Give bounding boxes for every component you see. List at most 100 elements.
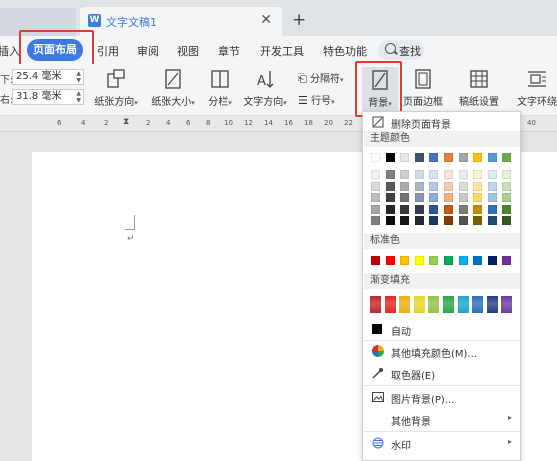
- gradient-fill-swatch[interactable]: [428, 296, 440, 313]
- new-tab-button[interactable]: +: [292, 10, 306, 30]
- gradient-fill-swatch[interactable]: [457, 296, 469, 313]
- standard-color-swatch[interactable]: [414, 256, 424, 265]
- line-numbers-button[interactable]: ☰ 行号▾: [298, 92, 335, 107]
- theme-shade-swatch[interactable]: [487, 170, 497, 179]
- theme-color-swatch[interactable]: [473, 153, 483, 162]
- theme-shade-swatch[interactable]: [400, 170, 410, 179]
- document-tab[interactable]: W 文字文稿1 ✕: [80, 7, 282, 36]
- theme-shade-swatch[interactable]: [502, 204, 512, 214]
- theme-shade-swatch[interactable]: [473, 181, 483, 191]
- menu-developer[interactable]: 开发工具: [260, 43, 304, 59]
- standard-color-swatch[interactable]: [444, 256, 453, 265]
- theme-shade-swatch[interactable]: [400, 181, 410, 191]
- theme-shade-swatch[interactable]: [444, 181, 453, 191]
- theme-shade-swatch[interactable]: [371, 216, 380, 225]
- theme-shade-swatch[interactable]: [473, 216, 483, 225]
- theme-shade-swatch[interactable]: [502, 181, 512, 191]
- standard-color-swatch[interactable]: [473, 256, 483, 265]
- gradient-fill-swatch[interactable]: [486, 296, 498, 313]
- standard-color-swatch[interactable]: [502, 256, 512, 265]
- gradient-fill-swatch[interactable]: [501, 296, 513, 313]
- margin-bottom-input[interactable]: 25.4 毫米 ▲ ▼: [12, 69, 84, 85]
- standard-color-swatch[interactable]: [385, 256, 395, 265]
- theme-shade-swatch[interactable]: [458, 204, 468, 214]
- theme-color-swatch[interactable]: [429, 153, 439, 162]
- theme-shade-swatch[interactable]: [458, 170, 468, 179]
- paper-size-button[interactable]: 纸张大小▾: [148, 68, 198, 108]
- menu-references[interactable]: 引用: [97, 43, 119, 59]
- more-fill-colors-item[interactable]: 其他填充颜色(M)...: [363, 341, 520, 361]
- gradient-fill-swatch[interactable]: [413, 296, 425, 313]
- eyedropper-item[interactable]: 取色器(E): [363, 363, 520, 383]
- theme-color-swatch[interactable]: [371, 153, 380, 162]
- theme-shade-swatch[interactable]: [400, 193, 410, 202]
- standard-color-swatch[interactable]: [429, 256, 439, 265]
- close-tab-icon[interactable]: ✕: [260, 12, 272, 28]
- indent-marker-icon[interactable]: ⧗: [123, 117, 129, 127]
- theme-color-swatch[interactable]: [487, 153, 497, 162]
- theme-color-swatch[interactable]: [444, 153, 453, 162]
- theme-shade-swatch[interactable]: [502, 170, 512, 179]
- theme-shade-swatch[interactable]: [429, 193, 439, 202]
- theme-color-swatch[interactable]: [414, 153, 424, 162]
- stepper-icon[interactable]: ▲ ▼: [76, 90, 81, 104]
- theme-shade-swatch[interactable]: [487, 204, 497, 214]
- theme-shade-swatch[interactable]: [473, 204, 483, 214]
- theme-shade-swatch[interactable]: [458, 193, 468, 202]
- theme-shade-swatch[interactable]: [385, 216, 395, 225]
- theme-shade-swatch[interactable]: [414, 216, 424, 225]
- theme-color-swatch[interactable]: [458, 153, 468, 162]
- theme-shade-swatch[interactable]: [444, 170, 453, 179]
- theme-shade-swatch[interactable]: [371, 204, 380, 214]
- paper-orientation-button[interactable]: 纸张方向▾: [93, 68, 139, 108]
- theme-shade-swatch[interactable]: [371, 193, 380, 202]
- theme-shade-swatch[interactable]: [444, 204, 453, 214]
- picture-background-item[interactable]: 图片背景(P)...: [363, 387, 520, 407]
- standard-color-swatch[interactable]: [487, 256, 497, 265]
- theme-shade-swatch[interactable]: [414, 181, 424, 191]
- theme-shade-swatch[interactable]: [414, 193, 424, 202]
- theme-shade-swatch[interactable]: [385, 170, 395, 179]
- theme-shade-swatch[interactable]: [487, 193, 497, 202]
- theme-shade-swatch[interactable]: [444, 216, 453, 225]
- theme-shade-swatch[interactable]: [473, 170, 483, 179]
- theme-shade-swatch[interactable]: [429, 204, 439, 214]
- gradient-fill-swatch[interactable]: [370, 296, 381, 313]
- theme-shade-swatch[interactable]: [385, 181, 395, 191]
- menu-features[interactable]: 特色功能: [323, 43, 367, 59]
- theme-shade-swatch[interactable]: [429, 170, 439, 179]
- theme-shade-swatch[interactable]: [414, 170, 424, 179]
- theme-shade-swatch[interactable]: [385, 193, 395, 202]
- stepper-icon[interactable]: ▲ ▼: [76, 70, 81, 84]
- separator-button[interactable]: ⎗ 分隔符▾: [298, 70, 344, 86]
- gradient-fill-swatch[interactable]: [443, 296, 454, 313]
- theme-shade-swatch[interactable]: [429, 216, 439, 225]
- manuscript-setting-button[interactable]: 稿纸设置: [456, 68, 502, 108]
- watermark-item[interactable]: 水印 ▸: [363, 433, 520, 453]
- theme-color-swatch[interactable]: [400, 153, 410, 162]
- menu-section[interactable]: 章节: [218, 43, 240, 59]
- theme-shade-swatch[interactable]: [414, 204, 424, 214]
- theme-shade-swatch[interactable]: [371, 181, 380, 191]
- theme-color-swatch[interactable]: [385, 153, 395, 162]
- gradient-fill-swatch[interactable]: [384, 296, 396, 313]
- search-box[interactable]: 查找: [378, 40, 424, 60]
- text-direction-button[interactable]: A 文字方向▾: [240, 68, 290, 108]
- text-wrap-button[interactable]: 文字环绕: [512, 68, 557, 108]
- theme-color-swatch[interactable]: [502, 153, 512, 162]
- theme-shade-swatch[interactable]: [487, 216, 497, 225]
- menu-review[interactable]: 审阅: [137, 43, 159, 59]
- standard-color-swatch[interactable]: [400, 256, 410, 265]
- theme-shade-swatch[interactable]: [400, 204, 410, 214]
- auto-color-item[interactable]: 自动: [363, 319, 520, 339]
- theme-shade-swatch[interactable]: [444, 193, 453, 202]
- theme-shade-swatch[interactable]: [400, 216, 410, 225]
- gradient-fill-swatch[interactable]: [472, 296, 484, 313]
- theme-shade-swatch[interactable]: [371, 170, 380, 179]
- theme-shade-swatch[interactable]: [502, 216, 512, 225]
- gradient-fill-swatch[interactable]: [399, 296, 411, 313]
- theme-shade-swatch[interactable]: [458, 181, 468, 191]
- theme-shade-swatch[interactable]: [458, 216, 468, 225]
- menu-insert[interactable]: 插入: [0, 43, 20, 59]
- other-background-item[interactable]: 其他背景 ▸: [363, 409, 520, 429]
